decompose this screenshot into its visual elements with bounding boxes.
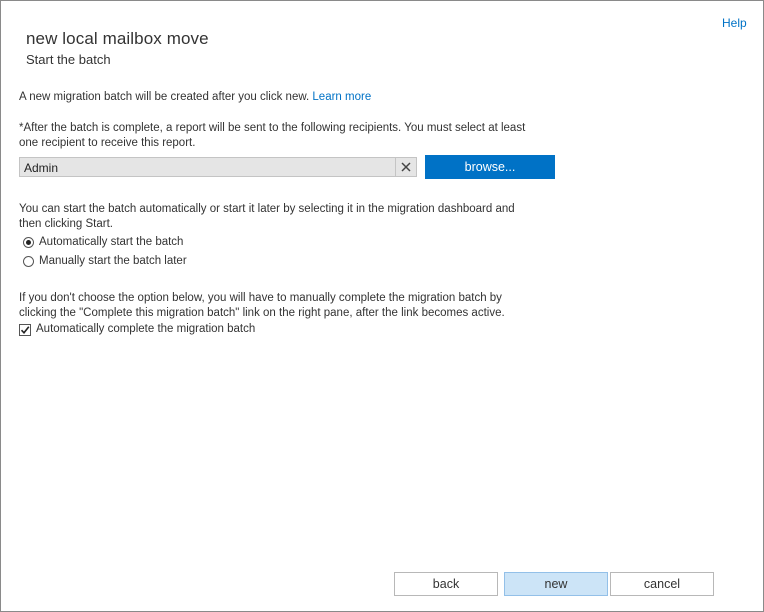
complete-instruction-line1: If you don't choose the option below, yo… bbox=[19, 292, 502, 304]
auto-complete-label[interactable]: Automatically complete the migration bat… bbox=[36, 323, 255, 335]
new-button[interactable]: new bbox=[504, 572, 608, 596]
recipients-instruction-line1: *After the batch is complete, a report w… bbox=[19, 122, 526, 134]
intro-text: A new migration batch will be created af… bbox=[19, 90, 371, 105]
auto-start-option[interactable]: Automatically start the batch bbox=[23, 236, 183, 248]
clear-recipient-button[interactable] bbox=[395, 158, 416, 176]
recipients-instruction-line2: one recipient to receive this report. bbox=[19, 137, 196, 149]
auto-start-label: Automatically start the batch bbox=[39, 236, 184, 248]
cancel-button[interactable]: cancel bbox=[610, 572, 714, 596]
checkmark-icon bbox=[20, 326, 30, 335]
close-icon bbox=[401, 162, 411, 172]
intro-message: A new migration batch will be created af… bbox=[19, 91, 313, 103]
complete-instruction-line2: clicking the "Complete this migration ba… bbox=[19, 307, 505, 319]
radio-selected-icon[interactable] bbox=[23, 236, 34, 248]
recipients-field[interactable]: Admin bbox=[19, 157, 417, 177]
auto-complete-checkbox[interactable] bbox=[19, 324, 31, 336]
recipient-value: Admin bbox=[24, 161, 59, 175]
learn-more-link[interactable]: Learn more bbox=[312, 91, 371, 103]
help-link[interactable]: Help bbox=[722, 16, 747, 30]
manual-start-label: Manually start the batch later bbox=[39, 255, 187, 267]
start-instruction-line2: then clicking Start. bbox=[19, 218, 113, 230]
page-title: new local mailbox move bbox=[26, 29, 209, 48]
dialog-window: Help new local mailbox move Start the ba… bbox=[0, 0, 764, 612]
start-instruction-line1: You can start the batch automatically or… bbox=[19, 203, 515, 215]
manual-start-option[interactable]: Manually start the batch later bbox=[23, 255, 187, 267]
radio-unselected-icon[interactable] bbox=[23, 255, 34, 267]
back-button[interactable]: back bbox=[394, 572, 498, 596]
browse-button[interactable]: browse... bbox=[425, 155, 555, 179]
page-subtitle: Start the batch bbox=[26, 52, 111, 67]
